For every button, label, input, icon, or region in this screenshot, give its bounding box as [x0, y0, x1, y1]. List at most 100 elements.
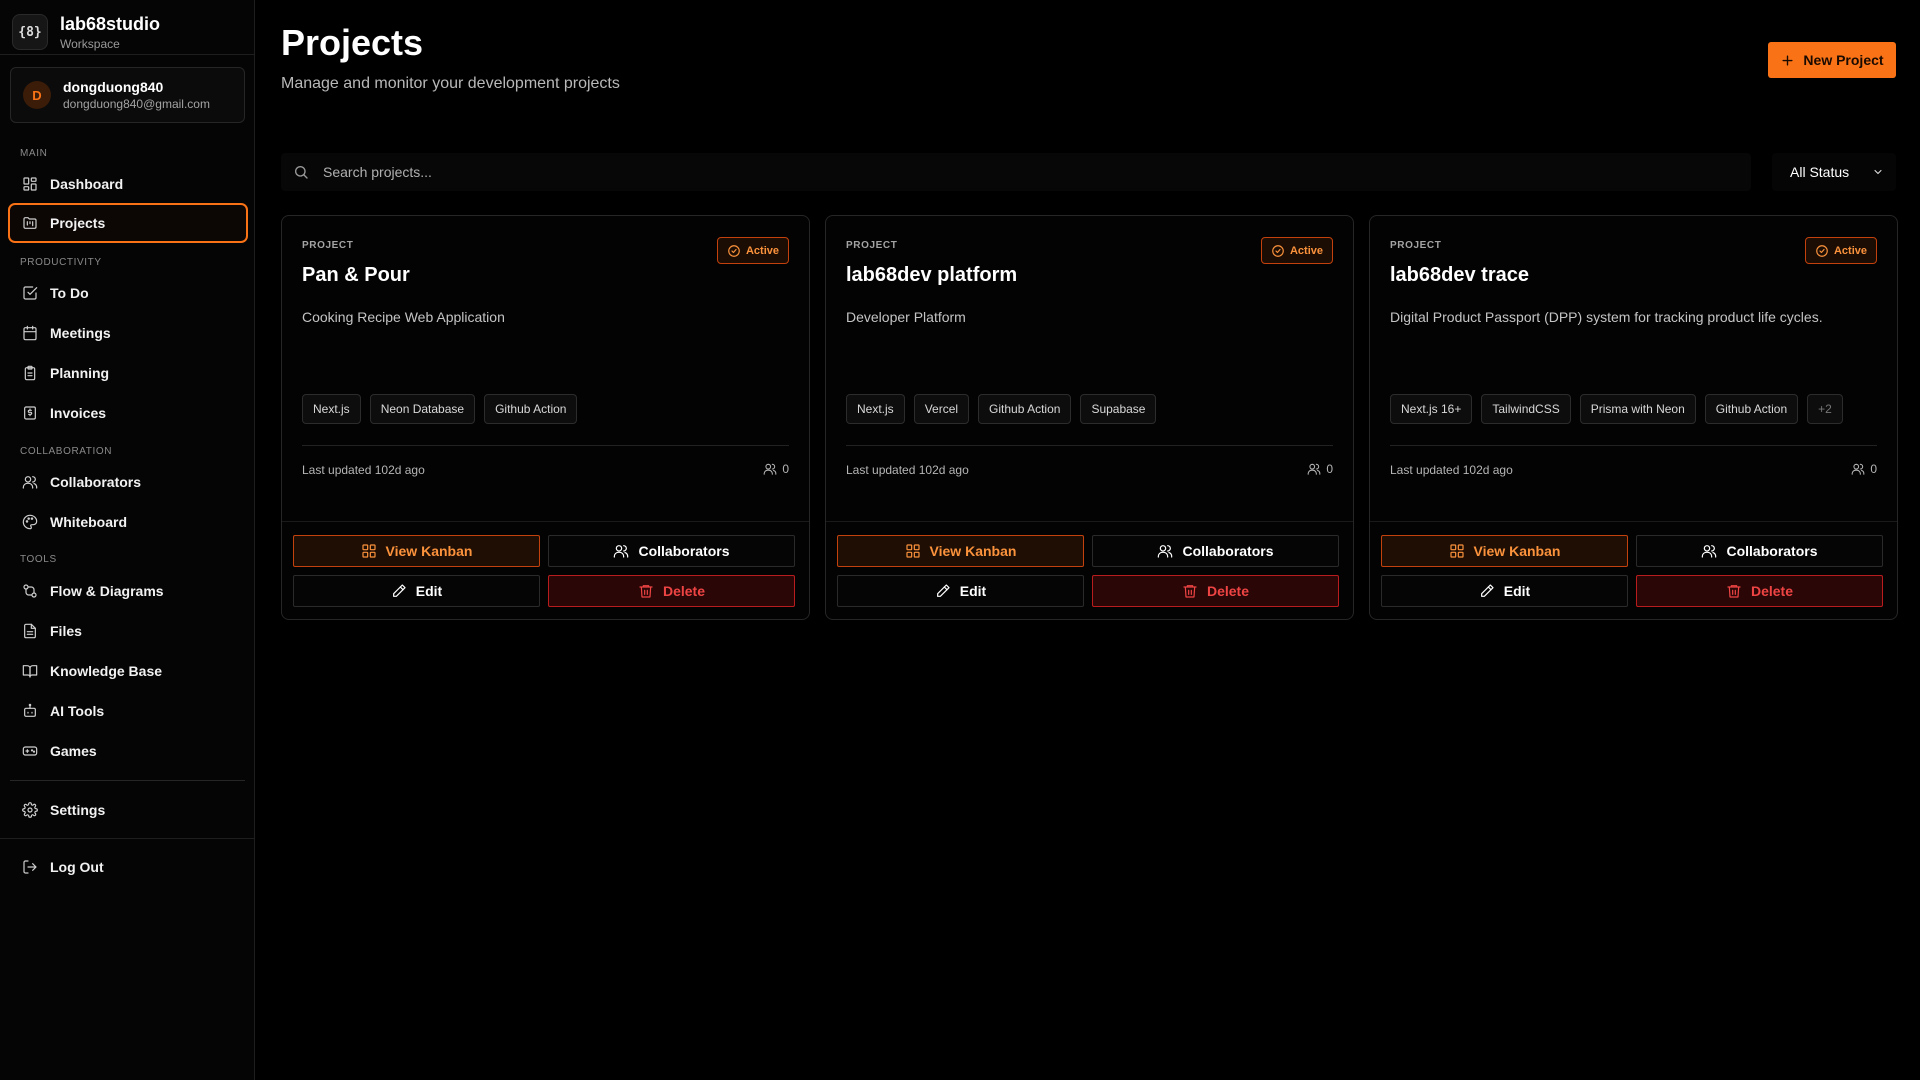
sidebar-item-label: Projects [50, 215, 106, 231]
check-circle-icon [1272, 244, 1284, 257]
sidebar-item-label: Dashboard [50, 176, 124, 192]
search-bar[interactable] [281, 153, 1751, 191]
clipboard-icon [22, 365, 38, 381]
sidebar-item-invoices[interactable]: Invoices [8, 393, 248, 433]
collaborators-label: Collaborators [1182, 543, 1274, 559]
delete-button[interactable]: Delete [1092, 575, 1339, 607]
delete-label: Delete [1206, 583, 1250, 599]
new-project-button[interactable]: New Project [1768, 42, 1896, 78]
edit-button[interactable]: Edit [293, 575, 540, 607]
sidebar-item-label: Planning [50, 365, 110, 381]
sidebar-item-label: Log Out [50, 859, 104, 875]
divider [1370, 521, 1897, 522]
search-input[interactable] [323, 164, 1623, 180]
sidebar-item-settings[interactable]: Settings [8, 790, 248, 830]
tech-tag: Github Action [484, 394, 578, 424]
delete-button[interactable]: Delete [548, 575, 795, 607]
delete-label: Delete [662, 583, 706, 599]
sidebar-item-ai-tools[interactable]: AI Tools [8, 691, 248, 731]
divider [0, 838, 254, 839]
project-name: lab68dev platform [846, 264, 1018, 286]
tech-tags: Next.js Vercel Github Action Supabase [846, 394, 1157, 424]
book-open-icon [22, 663, 38, 679]
tech-tag: Neon Database [369, 394, 476, 424]
sidebar-item-label: Games [50, 743, 97, 759]
section-label-main: MAIN [20, 148, 48, 159]
section-label-tools: TOOLS [20, 554, 57, 565]
brand-logo: {8} [12, 14, 48, 50]
sidebar-item-whiteboard[interactable]: Whiteboard [8, 502, 248, 542]
status-filter-value: All Status [1790, 164, 1850, 180]
collaborators-button[interactable]: Collaborators [1092, 535, 1339, 567]
sidebar-item-todo[interactable]: To Do [8, 273, 248, 313]
pencil-icon [1480, 584, 1494, 597]
edit-button[interactable]: Edit [837, 575, 1084, 607]
grid-icon [22, 176, 38, 192]
divider [10, 780, 245, 781]
grid-icon [361, 544, 376, 558]
chevron-down-icon [1874, 169, 1882, 175]
divider [282, 521, 809, 522]
log-out-icon [22, 859, 38, 875]
grid-icon [1449, 544, 1464, 558]
users-icon [1307, 463, 1321, 475]
sidebar-item-planning[interactable]: Planning [8, 353, 248, 393]
tech-tag: TailwindCSS [1481, 394, 1571, 424]
collaborator-count: 0 [1307, 462, 1333, 476]
more-tags-badge: +2 [1807, 394, 1843, 424]
view-kanban-button[interactable]: View Kanban [1381, 535, 1628, 567]
delete-label: Delete [1750, 583, 1794, 599]
users-icon [1851, 463, 1865, 475]
project-card[interactable]: PROJECT Active lab68dev trace Digital Pr… [1369, 215, 1898, 620]
collaborator-count-value: 0 [782, 462, 789, 476]
sidebar-item-label: Flow & Diagrams [50, 583, 164, 599]
search-icon [295, 166, 308, 179]
tech-tags: Next.js 16+ TailwindCSS Prisma with Neon Gi… [1390, 394, 1843, 424]
collaborators-button[interactable]: Collaborators [548, 535, 795, 567]
sidebar: {8} lab68studio Workspace D dongduong840… [0, 0, 255, 1080]
tech-tag: Vercel [913, 394, 970, 424]
check-square-icon [22, 285, 38, 301]
status-label: Active [1289, 244, 1323, 257]
collaborators-label: Collaborators [1726, 543, 1818, 559]
project-card[interactable]: PROJECT Active Pan & Pour Cooking Recipe… [281, 215, 810, 620]
collaborators-button[interactable]: Collaborators [1636, 535, 1883, 567]
tech-tag: Next.js [846, 394, 905, 424]
section-label-collaboration: COLLABORATION [20, 446, 113, 457]
users-icon [614, 545, 629, 558]
status-filter-select[interactable]: All Status [1772, 153, 1896, 191]
divider [1390, 445, 1877, 446]
bot-icon [22, 703, 38, 719]
section-label-productivity: PRODUCTIVITY [20, 257, 102, 268]
sidebar-item-knowledge-base[interactable]: Knowledge Base [8, 651, 248, 691]
view-kanban-button[interactable]: View Kanban [293, 535, 540, 567]
edit-button[interactable]: Edit [1381, 575, 1628, 607]
sidebar-item-meetings[interactable]: Meetings [8, 313, 248, 353]
sidebar-item-games[interactable]: Games [8, 731, 248, 771]
sidebar-item-label: Collaborators [50, 474, 142, 490]
sidebar-item-dashboard[interactable]: Dashboard [8, 164, 248, 204]
project-description: Digital Product Passport (DPP) system fo… [1390, 309, 1823, 325]
last-updated: Last updated 102d ago [302, 463, 425, 477]
tech-tag: Supabase [1080, 394, 1157, 424]
last-updated: Last updated 102d ago [846, 463, 969, 477]
view-kanban-button[interactable]: View Kanban [837, 535, 1084, 567]
calendar-icon [22, 325, 38, 341]
user-card[interactable]: D dongduong840 dongduong840@gmail.com [10, 67, 245, 123]
brand[interactable]: {8} lab68studio Workspace [0, 0, 254, 54]
sidebar-item-flow-diagrams[interactable]: Flow & Diagrams [8, 571, 248, 611]
sidebar-item-projects[interactable]: Projects [8, 203, 248, 243]
check-circle-icon [728, 244, 740, 257]
receipt-icon [22, 405, 38, 421]
sidebar-item-label: To Do [50, 285, 89, 301]
sidebar-item-logout[interactable]: Log Out [8, 847, 248, 887]
project-description: Cooking Recipe Web Application [302, 309, 505, 325]
check-circle-icon [1816, 244, 1828, 257]
project-card[interactable]: PROJECT Active lab68dev platform Develop… [825, 215, 1354, 620]
sidebar-item-label: Meetings [50, 325, 111, 341]
collaborator-count: 0 [763, 462, 789, 476]
project-description: Developer Platform [846, 309, 966, 325]
delete-button[interactable]: Delete [1636, 575, 1883, 607]
sidebar-item-collaborators[interactable]: Collaborators [8, 462, 248, 502]
sidebar-item-files[interactable]: Files [8, 611, 248, 651]
